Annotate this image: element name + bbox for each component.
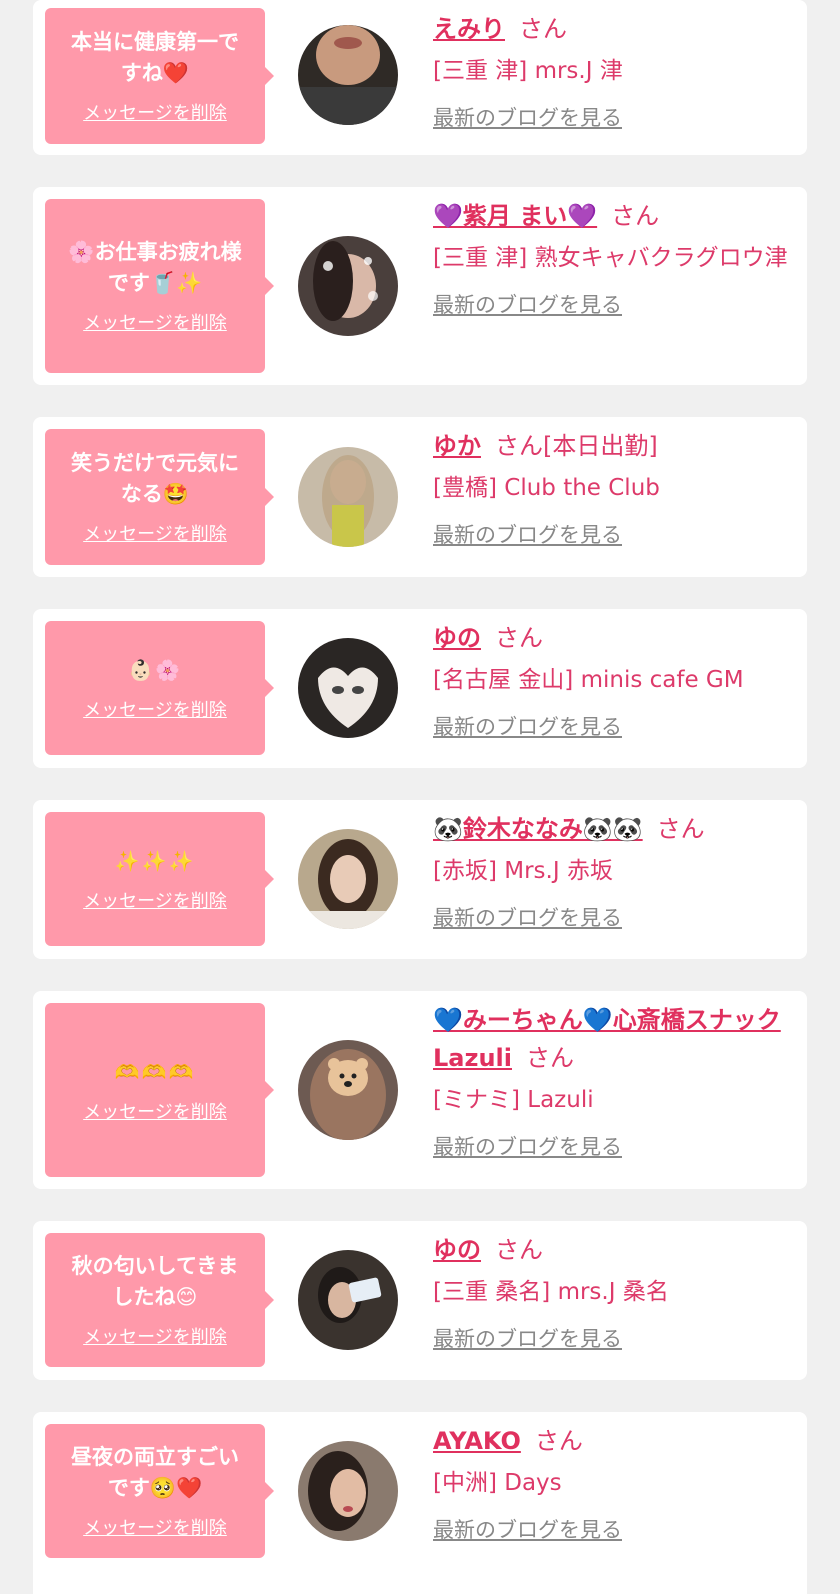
user-name-link[interactable]: 💙みーちゃん💙心斎橋スナックLazuli: [433, 1006, 781, 1072]
latest-blog-link[interactable]: 最新のブログを見る: [433, 711, 622, 741]
user-info: 💙みーちゃん💙心斎橋スナックLazuli さん [ミナミ] Lazuli 最新のブ…: [433, 1001, 791, 1161]
latest-blog-link[interactable]: 最新のブログを見る: [433, 289, 622, 319]
delete-message-link[interactable]: メッセージを削除: [83, 1514, 227, 1540]
message-card: 本当に健康第一で すね❤️ メッセージを削除 えみり さん [三重 津] mrs.…: [33, 0, 807, 155]
message-card: 🫶🫶🫶 メッセージを削除 💙みーちゃん💙心斎橋スナックLazuli さん [ミナミ…: [33, 991, 807, 1189]
latest-blog-link[interactable]: 最新のブログを見る: [433, 1514, 622, 1544]
message-bubble: 🌸お仕事お疲れ様 です🥤✨ メッセージを削除: [45, 199, 274, 373]
user-name-link[interactable]: ゆか: [433, 432, 481, 460]
user-name-link[interactable]: 💜紫月 まい💜: [433, 202, 597, 230]
message-card: 笑うだけで元気に なる🤩 メッセージを削除 ゆか さん[本日出勤] [豊橋] Cl…: [33, 417, 807, 577]
message-text: 🫶🫶🫶: [114, 1059, 196, 1084]
message-bubble: 笑うだけで元気に なる🤩 メッセージを削除: [45, 429, 274, 565]
user-info: えみり さん [三重 津] mrs.J 津 最新のブログを見る: [433, 10, 791, 132]
message-card: 昼夜の両立すごい です🥺❤️ メッセージを削除 AYAKO さん [中洲] Day…: [33, 1412, 807, 1594]
honorific: さん: [495, 624, 543, 652]
shop-name: [赤坂] Mrs.J 赤坂: [433, 858, 613, 884]
avatar[interactable]: [298, 447, 398, 547]
message-bubble: 昼夜の両立すごい です🥺❤️ メッセージを削除: [45, 1424, 274, 1558]
honorific: さん: [495, 432, 543, 460]
user-info: 💜紫月 まい💜 さん [三重 津] 熟女キャバクラグロウ津 最新のブログを見る: [433, 197, 791, 319]
honorific: さん: [534, 1427, 583, 1455]
shop-name: [三重 桑名] mrs.J 桑名: [433, 1279, 669, 1305]
latest-blog-link[interactable]: 最新のブログを見る: [433, 902, 622, 932]
honorific: さん: [611, 202, 660, 230]
message-bubble: 秋の匂いしてきま したね😊 メッセージを削除: [45, 1233, 274, 1367]
shop-name: [中洲] Days: [433, 1470, 562, 1496]
message-text: 笑うだけで元気に なる🤩: [71, 451, 239, 506]
user-name-link[interactable]: ゆの: [433, 1236, 481, 1264]
avatar[interactable]: [298, 1441, 398, 1541]
shop-name: [ミナミ] Lazuli: [433, 1087, 594, 1113]
user-info: ゆの さん [名古屋 金山] minis cafe GM 最新のブログを見る: [433, 619, 791, 741]
shop-name: [三重 津] mrs.J 津: [433, 58, 623, 84]
message-text: 👶🏻🌸: [128, 657, 182, 682]
message-card: ✨✨✨ メッセージを削除 🐼鈴木ななみ🐼🐼 さん [赤坂] Mrs.J 赤坂 最新…: [33, 800, 807, 959]
shop-name: [豊橋] Club the Club: [433, 475, 660, 501]
user-name-link[interactable]: 🐼鈴木ななみ🐼🐼: [433, 815, 643, 843]
avatar[interactable]: [298, 1040, 398, 1140]
honorific: さん: [526, 1044, 574, 1072]
message-text: 秋の匂いしてきま したね😊: [71, 1254, 239, 1309]
honorific: さん: [656, 815, 705, 843]
shop-name: [三重 津] 熟女キャバクラグロウ津: [433, 245, 788, 271]
honorific: さん: [519, 15, 567, 43]
status-text: [本日出勤]: [543, 432, 658, 460]
message-bubble: 👶🏻🌸 メッセージを削除: [45, 621, 274, 755]
delete-message-link[interactable]: メッセージを削除: [83, 520, 227, 546]
message-bubble: 本当に健康第一で すね❤️ メッセージを削除: [45, 8, 274, 144]
avatar[interactable]: [298, 236, 398, 336]
message-bubble: ✨✨✨ メッセージを削除: [45, 812, 274, 946]
avatar[interactable]: [298, 638, 398, 738]
message-card: 🌸お仕事お疲れ様 です🥤✨ メッセージを削除 💜紫月 まい💜 さん [三重 津] …: [33, 187, 807, 385]
message-text: 本当に健康第一で すね❤️: [71, 30, 239, 85]
user-name-link[interactable]: えみり: [433, 15, 505, 43]
message-text: 昼夜の両立すごい です🥺❤️: [71, 1445, 239, 1500]
user-info: 🐼鈴木ななみ🐼🐼 さん [赤坂] Mrs.J 赤坂 最新のブログを見る: [433, 810, 791, 932]
latest-blog-link[interactable]: 最新のブログを見る: [433, 102, 622, 132]
user-info: ゆか さん[本日出勤] [豊橋] Club the Club 最新のブログを見る: [433, 427, 791, 549]
user-name-link[interactable]: AYAKO: [433, 1427, 521, 1455]
latest-blog-link[interactable]: 最新のブログを見る: [433, 1131, 622, 1161]
avatar[interactable]: [298, 1250, 398, 1350]
message-text: 🌸お仕事お疲れ様 です🥤✨: [68, 240, 242, 295]
delete-message-link[interactable]: メッセージを削除: [83, 1098, 227, 1124]
message-text: ✨✨✨: [114, 848, 196, 873]
delete-message-link[interactable]: メッセージを削除: [83, 696, 227, 722]
message-card: 秋の匂いしてきま したね😊 メッセージを削除 ゆの さん [三重 桑名] mrs.…: [33, 1221, 807, 1380]
delete-message-link[interactable]: メッセージを削除: [83, 309, 227, 335]
delete-message-link[interactable]: メッセージを削除: [83, 99, 227, 125]
user-name-link[interactable]: ゆの: [433, 624, 481, 652]
message-card: 👶🏻🌸 メッセージを削除 ゆの さん [名古屋 金山] minis cafe GM…: [33, 609, 807, 768]
latest-blog-link[interactable]: 最新のブログを見る: [433, 519, 622, 549]
honorific: さん: [495, 1236, 543, 1264]
latest-blog-link[interactable]: 最新のブログを見る: [433, 1323, 622, 1353]
message-bubble: 🫶🫶🫶 メッセージを削除: [45, 1003, 274, 1177]
shop-name: [名古屋 金山] minis cafe GM: [433, 667, 744, 693]
user-info: AYAKO さん [中洲] Days 最新のブログを見る: [433, 1422, 791, 1544]
user-info: ゆの さん [三重 桑名] mrs.J 桑名 最新のブログを見る: [433, 1231, 791, 1353]
avatar[interactable]: [298, 25, 398, 125]
avatar[interactable]: [298, 829, 398, 929]
delete-message-link[interactable]: メッセージを削除: [83, 887, 227, 913]
delete-message-link[interactable]: メッセージを削除: [83, 1323, 227, 1349]
